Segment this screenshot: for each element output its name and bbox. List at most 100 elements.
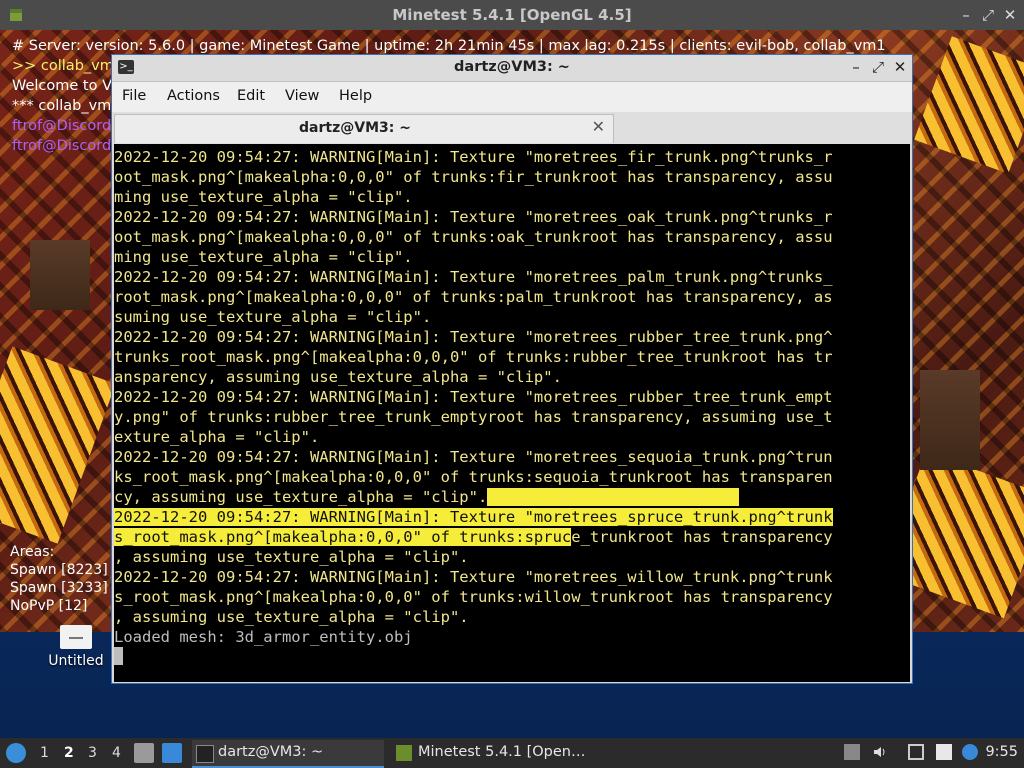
- tab-bar: dartz@VM3: ~ ✕: [112, 112, 912, 144]
- terminal-line: ming use_texture_alpha = "clip".: [114, 247, 910, 267]
- close-button[interactable]: ✕: [892, 58, 908, 76]
- workspace-4[interactable]: 4: [112, 745, 121, 761]
- battery-icon[interactable]: [844, 744, 860, 760]
- clipboard-icon[interactable]: [936, 744, 952, 760]
- selected-text: 2022-12-20 09:54:27: WARNING[Main]: Text…: [114, 508, 833, 526]
- terminal-line: , assuming use_texture_alpha = "clip".: [114, 607, 910, 627]
- minetest-titlebar[interactable]: Minetest 5.4.1 [OpenGL 4.5] – ⤢ ✕: [0, 0, 1024, 30]
- menu-file[interactable]: File: [122, 88, 146, 104]
- file-manager-launcher-icon[interactable]: [134, 743, 154, 763]
- tab-label: dartz@VM3: ~: [299, 120, 411, 136]
- terminal-line: 2022-12-20 09:54:27: WARNING[Main]: Text…: [114, 447, 910, 467]
- line-text: 2022-12-20 09:54:27: WARNING[Main]: Text…: [114, 448, 833, 466]
- terminal-task-icon: [196, 745, 214, 763]
- terminal-line: root_mask.png^[makealpha:0,0,0" of trunk…: [114, 287, 910, 307]
- terminal-line: Loaded mesh: 3d_armor_entity.obj: [114, 628, 413, 646]
- wood-block: [920, 370, 980, 470]
- terminal-output[interactable]: 2022-12-20 09:54:27: WARNING[Main]: Text…: [114, 144, 910, 682]
- terminal-window[interactable]: >_ dartz@VM3: ~ – ⤢ ✕ File Actions Edit …: [111, 54, 913, 684]
- line-text: 2022-12-20 09:54:27: WARNING[Main]: Text…: [114, 568, 833, 586]
- wood-block: [30, 240, 90, 310]
- terminal-line: oot_mask.png^[makealpha:0,0,0" of trunks…: [114, 167, 910, 187]
- tab-terminal[interactable]: dartz@VM3: ~ ✕: [114, 114, 614, 143]
- maximize-button[interactable]: ⤢: [980, 6, 996, 24]
- terminal-line: ks_root_mask.png^[makealpha:0,0,0" of tr…: [114, 467, 910, 487]
- line-text: , assuming use_texture_alpha = "clip".: [114, 608, 469, 626]
- terminal-line: 2022-12-20 09:54:27: WARNING[Main]: Text…: [114, 267, 910, 287]
- line-text: e_trunkroot has transparency: [571, 528, 833, 546]
- terminal-line: s_root_mask.png^[makealpha:0,0,0" of tru…: [114, 587, 910, 607]
- line-text: 2022-12-20 09:54:27: WARNING[Main]: Text…: [114, 268, 833, 286]
- line-text: oot_mask.png^[makealpha:0,0,0" of trunks…: [114, 228, 833, 246]
- task-minetest[interactable]: Minetest 5.4.1 [Open…: [392, 740, 586, 766]
- workspace-1[interactable]: 1: [40, 745, 49, 761]
- line-text: oot_mask.png^[makealpha:0,0,0" of trunks…: [114, 168, 833, 186]
- area-line: NoPvP [12]: [10, 598, 88, 614]
- line-text: 2022-12-20 09:54:27: WARNING[Main]: Text…: [114, 208, 833, 226]
- close-button[interactable]: ✕: [1002, 6, 1018, 24]
- terminal-title: dartz@VM3: ~: [454, 59, 570, 75]
- menu-bar: File Actions Edit View Help: [112, 82, 912, 112]
- line-text: y.png" of trunks:rubber_tree_trunk_empty…: [114, 408, 833, 426]
- selected-text: [487, 488, 740, 506]
- areas-hud: Areas: Spawn [8223] Spawn [3233] NoPvP [12]: [10, 543, 108, 615]
- line-text: 2022-12-20 09:54:27: WARNING[Main]: Text…: [114, 388, 833, 406]
- terminal-cursor: [114, 647, 123, 665]
- mese-lamp-block: [0, 346, 116, 544]
- minimize-button[interactable]: –: [848, 58, 864, 76]
- chat-line: # Server: version: 5.6.0 | game: Minetes…: [12, 38, 886, 54]
- close-tab-icon[interactable]: ✕: [592, 117, 605, 136]
- desktop-file-label: Untitled: [48, 653, 104, 669]
- line-text: ks_root_mask.png^[makealpha:0,0,0" of tr…: [114, 468, 833, 486]
- show-desktop-icon[interactable]: [162, 743, 182, 763]
- maximize-button[interactable]: ⤢: [870, 58, 886, 76]
- mese-lamp-block: [914, 36, 1024, 174]
- menu-actions[interactable]: Actions: [167, 88, 220, 104]
- task-terminal-label: dartz@VM3: ~: [218, 744, 324, 760]
- window-title: Minetest 5.4.1 [OpenGL 4.5]: [392, 6, 632, 24]
- task-terminal[interactable]: dartz@VM3: ~: [192, 740, 384, 768]
- volume-icon[interactable]: [872, 744, 888, 760]
- clock[interactable]: 9:55: [985, 744, 1018, 760]
- task-minetest-label: Minetest 5.4.1 [Open…: [418, 744, 586, 760]
- terminal-line: 2022-12-20 09:54:27: WARNING[Main]: Text…: [114, 207, 910, 227]
- terminal-line: ming use_texture_alpha = "clip".: [114, 187, 910, 207]
- menu-edit[interactable]: Edit: [237, 88, 265, 104]
- menu-help[interactable]: Help: [339, 88, 372, 104]
- line-text: s_root_mask.png^[makealpha:0,0,0" of tru…: [114, 588, 833, 606]
- desktop-file-untitled[interactable]: Untitled: [46, 625, 106, 669]
- line-text: ming use_texture_alpha = "clip".: [114, 188, 413, 206]
- terminal-line: ansparency, assuming use_texture_alpha =…: [114, 367, 910, 387]
- start-menu-icon[interactable]: [6, 743, 26, 763]
- minetest-task-icon: [396, 745, 412, 761]
- workspace-2[interactable]: 2: [64, 745, 74, 761]
- line-text: cy, assuming use_texture_alpha = "clip".: [114, 488, 488, 506]
- line-text: trunks_root_mask.png^[makealpha:0,0,0" o…: [114, 348, 833, 366]
- area-line: Spawn [8223]: [10, 562, 108, 578]
- terminal-line: suming use_texture_alpha = "clip".: [114, 307, 910, 327]
- document-icon: [60, 625, 92, 649]
- terminal-titlebar[interactable]: >_ dartz@VM3: ~ – ⤢ ✕: [112, 55, 912, 82]
- terminal-line: , assuming use_texture_alpha = "clip".: [114, 547, 910, 567]
- terminal-line: oot_mask.png^[makealpha:0,0,0" of trunks…: [114, 227, 910, 247]
- terminal-line: cy, assuming use_texture_alpha = "clip".: [114, 487, 910, 507]
- terminal-line: 2022-12-20 09:54:27: WARNING[Main]: Text…: [114, 387, 910, 407]
- line-text: suming use_texture_alpha = "clip".: [114, 308, 432, 326]
- line-text: 2022-12-20 09:54:27: WARNING[Main]: Text…: [114, 148, 833, 166]
- terminal-line: 2022-12-20 09:54:27: WARNING[Main]: Text…: [114, 327, 910, 347]
- line-text: root_mask.png^[makealpha:0,0,0" of trunk…: [114, 288, 833, 306]
- terminal-line: 2022-12-20 09:54:27: WARNING[Main]: Text…: [114, 147, 910, 167]
- area-line: Spawn [3233]: [10, 580, 108, 596]
- terminal-line: 2022-12-20 09:54:27: WARNING[Main]: Text…: [114, 567, 910, 587]
- area-line: Areas:: [10, 544, 55, 560]
- workspace-3[interactable]: 3: [88, 745, 97, 761]
- line-text: , assuming use_texture_alpha = "clip".: [114, 548, 469, 566]
- network-icon[interactable]: [908, 744, 924, 760]
- terminal-line: s_root_mask.png^[makealpha:0,0,0" of tru…: [114, 527, 910, 547]
- minimize-button[interactable]: –: [958, 6, 974, 24]
- menu-view[interactable]: View: [285, 88, 319, 104]
- line-text: exture_alpha = "clip".: [114, 428, 320, 446]
- terminal-line: 2022-12-20 09:54:27: WARNING[Main]: Text…: [114, 507, 910, 527]
- notification-icon[interactable]: [962, 744, 978, 760]
- terminal-line: y.png" of trunks:rubber_tree_trunk_empty…: [114, 407, 910, 427]
